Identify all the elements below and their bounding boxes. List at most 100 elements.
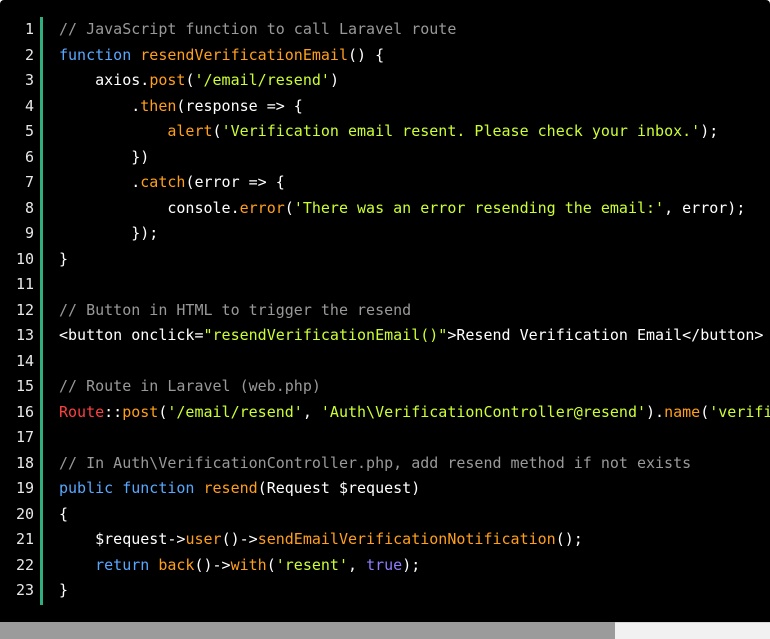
- line-number: 2: [24, 45, 34, 64]
- code-token: ,: [302, 402, 321, 421]
- code-line: }: [59, 578, 770, 604]
- code-token: .: [59, 96, 141, 115]
- code-token: return: [95, 555, 159, 574]
- code-token: 'Auth\VerificationController@resend': [320, 402, 647, 421]
- code-token: // Button in HTML to trigger the resend: [59, 300, 412, 319]
- code-token: resend: [203, 479, 258, 497]
- code-line: // In Auth\VerificationController.php, a…: [59, 451, 770, 477]
- code-line: }): [59, 145, 770, 171]
- line-number: 4: [24, 96, 34, 115]
- code-token: >Resend Verification Email</button>: [447, 326, 764, 344]
- code-token: // In Auth\VerificationController.php, a…: [59, 453, 692, 472]
- code-token: // JavaScript function to call Laravel r…: [59, 20, 457, 38]
- code-token: }): [59, 147, 150, 166]
- code-token: resendVerificationEmail: [140, 45, 348, 64]
- line-number: 21: [15, 530, 34, 548]
- code-line: .catch(error => {: [59, 170, 770, 196]
- gutter-divider: [40, 17, 43, 605]
- code-token: function: [122, 479, 204, 497]
- line-number: 11: [15, 275, 34, 293]
- code-token: 'Verification email resent. Please check…: [221, 122, 701, 140]
- scrollbar-thumb[interactable]: [615, 622, 770, 639]
- code-token: user: [185, 530, 222, 548]
- code-token: post: [122, 402, 159, 421]
- code-line: });: [59, 221, 770, 247]
- code-token: Route: [59, 402, 105, 421]
- line-number: 17: [15, 428, 34, 446]
- line-number: 15: [15, 377, 34, 395]
- code-token: $request->: [59, 530, 186, 548]
- code-token: }: [59, 581, 69, 599]
- code-token: then: [140, 96, 177, 115]
- code-token: axios.: [59, 71, 150, 89]
- code-token: (: [266, 555, 276, 574]
- code-token: (error => {: [185, 173, 285, 191]
- code-token: ): [329, 71, 339, 89]
- code-token: "resendVerificationEmail()": [203, 326, 448, 344]
- code-token: catch: [140, 173, 186, 191]
- line-number: 8: [24, 198, 34, 217]
- line-number: 18: [15, 453, 34, 472]
- code-editor: 1 2 3 4 5 6 7 8 9 10 11 12 13 14 15 16 17 18 19 20 21 22 23 //…: [0, 0, 770, 622]
- code-line: .then(response => {: [59, 94, 770, 120]
- line-number: 6: [24, 147, 34, 166]
- code-content[interactable]: // JavaScript function to call Laravel r…: [59, 17, 770, 604]
- code-token: public: [59, 479, 123, 497]
- horizontal-scrollbar[interactable]: [0, 622, 770, 639]
- code-token: post: [149, 71, 186, 89]
- line-number: 10: [15, 249, 34, 268]
- code-token: sendEmailVerificationNotification: [257, 530, 556, 548]
- code-token: ()->: [194, 555, 231, 574]
- code-line: $request->user()->sendEmailVerificationN…: [59, 527, 770, 553]
- code-line: // Route in Laravel (web.php): [59, 374, 770, 400]
- code-token: alert: [167, 122, 213, 140]
- code-token: );: [700, 122, 719, 140]
- code-line: // Button in HTML to trigger the resend: [59, 298, 770, 324]
- code-token: }: [59, 249, 69, 268]
- code-token: with: [230, 555, 267, 574]
- line-number: 14: [15, 351, 34, 370]
- code-token: error: [239, 198, 285, 217]
- code-token: (: [284, 198, 294, 217]
- line-number: 9: [24, 224, 34, 242]
- code-token: (: [700, 402, 710, 421]
- code-token: back: [158, 555, 195, 574]
- code-token: true: [366, 555, 403, 574]
- code-token: console.: [59, 198, 240, 217]
- line-number: 22: [15, 555, 34, 574]
- code-token: .: [59, 173, 141, 191]
- code-token: '/email/resend': [167, 402, 303, 421]
- code-token: 'resent': [275, 555, 348, 574]
- code-token: ::: [104, 402, 123, 421]
- code-line: // JavaScript function to call Laravel r…: [59, 17, 770, 43]
- line-number-gutter: 1 2 3 4 5 6 7 8 9 10 11 12 13 14 15 16 17 18 19 20 21 22 23: [0, 17, 34, 604]
- code-token: ()->: [221, 530, 258, 548]
- code-token: (: [212, 122, 222, 140]
- code-token: ,: [348, 555, 367, 574]
- code-line: axios.post('/email/resend'): [59, 68, 770, 94]
- code-token: {: [59, 504, 69, 523]
- line-number: 1: [24, 20, 34, 38]
- code-token: '/email/resend': [194, 71, 330, 89]
- scrollbar-track[interactable]: [0, 622, 615, 639]
- code-token: });: [59, 224, 159, 242]
- line-number: 12: [15, 300, 34, 319]
- code-token: ();: [555, 530, 583, 548]
- line-number: 20: [15, 504, 34, 523]
- code-line: Route::post ( '/email/resend', 'Auth\Verif…: [59, 400, 770, 426]
- code-token: , error);: [664, 198, 746, 217]
- line-number: 23: [15, 581, 34, 599]
- code-token: );: [402, 555, 421, 574]
- code-token: name: [664, 402, 701, 421]
- code-line: return back()->with('resent', true);: [59, 553, 770, 579]
- code-line: {: [59, 502, 770, 528]
- code-token: (Request $request): [257, 479, 421, 497]
- code-token: () {: [348, 45, 385, 64]
- code-token: <button onclick=: [59, 326, 204, 344]
- code-line: }: [59, 247, 770, 273]
- line-number: 16: [15, 402, 34, 421]
